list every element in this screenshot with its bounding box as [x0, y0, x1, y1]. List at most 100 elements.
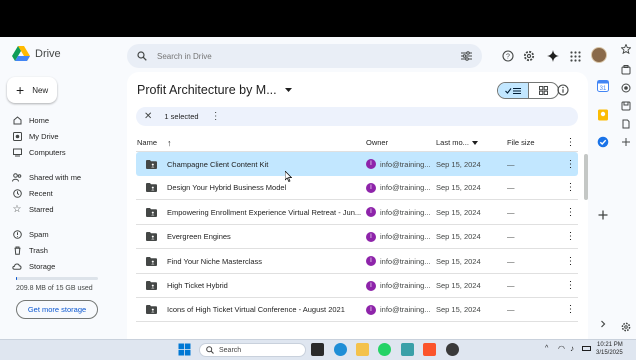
table-row[interactable]: Empowering Enrollment Experience Virtual… — [136, 201, 578, 225]
grid-view-button[interactable] — [527, 83, 558, 98]
folder-title-dropdown[interactable]: Profit Architecture by M... — [137, 83, 292, 97]
file-name-cell[interactable]: Icons of High Ticket Virtual Conference … — [136, 305, 366, 315]
sidebar-item-label: Recent — [29, 188, 53, 198]
owner-avatar[interactable]: I — [366, 231, 376, 242]
volume-icon[interactable]: ♪ — [570, 344, 574, 353]
file-name-cell[interactable]: Design Your Hybrid Business Model — [136, 183, 366, 193]
more-actions-icon[interactable]: ⋮ — [211, 111, 221, 121]
wifi-icon[interactable]: ◠ — [558, 344, 565, 353]
get-more-storage-button[interactable]: Get more storage — [16, 300, 98, 319]
column-header-name[interactable]: Name ↑ — [136, 138, 366, 148]
expand-panel-chevron-icon[interactable] — [597, 318, 609, 330]
keep-notes-icon[interactable] — [597, 109, 609, 121]
table-row[interactable]: High Ticket Hybrid Iinfo@training... Sep 1… — [136, 274, 578, 298]
row-more-actions-icon[interactable]: ⋮ — [563, 231, 578, 242]
file-name-cell[interactable]: High Ticket Hybrid — [136, 281, 366, 290]
system-clock[interactable]: 10:21 PM 3/15/2025 — [596, 341, 623, 357]
brave-browser-icon[interactable] — [423, 343, 436, 356]
show-hidden-icons-chevron[interactable]: ^ — [545, 345, 548, 352]
selection-count: 1 selected — [164, 112, 199, 121]
row-more-actions-icon[interactable]: ⋮ — [563, 304, 578, 315]
column-options-icon[interactable]: ⋮ — [563, 137, 578, 148]
account-avatar[interactable] — [591, 47, 607, 63]
search-icon[interactable] — [137, 51, 147, 61]
whatsapp-icon[interactable] — [378, 343, 391, 356]
check-list-icon — [505, 87, 521, 94]
row-more-actions-icon[interactable]: ⋮ — [563, 256, 578, 267]
file-name-cell[interactable]: Find Your Niche Masterclass — [136, 256, 366, 266]
sidebar-item-spam[interactable]: Spam — [12, 228, 49, 240]
table-row[interactable]: Evergreen Engines Iinfo@training... Sep 15… — [136, 225, 578, 250]
my-drive-icon — [12, 131, 22, 141]
drive-logo[interactable]: Drive — [12, 46, 61, 62]
taskbar-search[interactable]: Search — [199, 343, 306, 357]
apps-grid-icon[interactable] — [568, 49, 582, 63]
owner-avatar[interactable]: I — [366, 159, 376, 169]
table-row[interactable]: Icons of High Ticket Virtual Conference … — [136, 298, 578, 323]
edge-browser-icon[interactable] — [334, 343, 347, 356]
sidebar-item-shared[interactable]: Shared with me — [12, 171, 81, 183]
scrollbar-thumb[interactable] — [584, 154, 588, 200]
record-icon[interactable] — [621, 83, 631, 93]
sidebar-item-my-drive[interactable]: My Drive — [12, 130, 59, 142]
extension-icon[interactable] — [621, 65, 631, 75]
calendar-icon[interactable]: 31 — [597, 80, 609, 92]
battery-icon[interactable] — [582, 346, 591, 351]
owner-avatar[interactable]: I — [366, 182, 376, 193]
row-more-actions-icon[interactable]: ⋮ — [563, 182, 578, 193]
tasks-icon[interactable] — [597, 136, 609, 148]
sidebar-item-computers[interactable]: Computers — [12, 146, 66, 158]
list-view-button[interactable] — [498, 83, 528, 98]
sort-arrow-up-icon[interactable]: ↑ — [167, 138, 172, 148]
column-header-owner[interactable]: Owner — [366, 138, 436, 147]
sidebar-item-recent[interactable]: Recent — [12, 187, 53, 199]
owner-email: info@training... — [380, 159, 431, 169]
app-icon[interactable] — [401, 343, 414, 356]
modified-date: Sep 15, 2024 — [436, 305, 481, 315]
gemini-sparkle-icon[interactable] — [546, 49, 560, 63]
file-name-cell[interactable]: Empowering Enrollment Experience Virtual… — [136, 207, 366, 217]
settings-gear-icon[interactable] — [522, 49, 536, 63]
table-row[interactable]: Design Your Hybrid Business Model Iinfo@t… — [136, 176, 578, 201]
sidebar-item-starred[interactable]: ☆ Starred — [12, 203, 54, 215]
grid-icon — [538, 86, 548, 95]
file-name-cell[interactable]: Evergreen Engines — [136, 232, 366, 242]
sidebar-item-label: My Drive — [29, 131, 59, 141]
search-bar[interactable] — [127, 44, 482, 68]
shared-folder-icon — [146, 281, 157, 290]
chrome-icon[interactable] — [446, 343, 459, 356]
search-input[interactable] — [157, 51, 451, 61]
document-icon[interactable] — [621, 119, 631, 129]
windows-start-icon[interactable] — [178, 343, 191, 356]
table-row[interactable]: Champagne Client Content Kit Iinfo@traini… — [136, 152, 578, 176]
table-row[interactable]: Find Your Niche Masterclass Iinfo@trainin… — [136, 250, 578, 274]
row-more-actions-icon[interactable]: ⋮ — [563, 280, 578, 291]
row-more-actions-icon[interactable]: ⋮ — [563, 159, 578, 170]
owner-cell: Iinfo@training... — [366, 159, 436, 169]
info-icon[interactable] — [557, 84, 569, 98]
sidebar-item-home[interactable]: Home — [12, 114, 49, 126]
help-icon[interactable]: ? — [501, 49, 515, 63]
file-name-cell[interactable]: Champagne Client Content Kit — [136, 159, 366, 169]
column-header-size[interactable]: File size — [507, 138, 563, 147]
get-add-ons-plus-icon[interactable] — [597, 209, 609, 221]
save-icon[interactable] — [621, 101, 631, 111]
column-modified-label: Last mo... — [436, 138, 469, 147]
sidebar-item-storage[interactable]: Storage — [12, 260, 55, 272]
new-button[interactable]: + New — [7, 77, 57, 103]
gear-settings-icon[interactable] — [621, 322, 631, 332]
row-more-actions-icon[interactable]: ⋮ — [563, 207, 578, 218]
sidebar-item-trash[interactable]: Trash — [12, 244, 48, 256]
column-header-modified[interactable]: Last mo... — [436, 138, 507, 147]
bookmark-star-icon[interactable] — [620, 43, 632, 55]
search-options-icon[interactable] — [461, 51, 472, 61]
task-view-icon[interactable] — [311, 343, 324, 356]
add-icon[interactable] — [621, 137, 631, 147]
file-explorer-icon[interactable] — [356, 343, 369, 356]
clear-selection-icon[interactable]: ✕ — [144, 111, 152, 122]
owner-avatar[interactable]: I — [366, 280, 376, 291]
owner-avatar[interactable]: I — [366, 207, 376, 218]
owner-avatar[interactable]: I — [366, 256, 376, 267]
owner-avatar[interactable]: I — [366, 304, 376, 315]
owner-email: info@training... — [380, 256, 431, 266]
